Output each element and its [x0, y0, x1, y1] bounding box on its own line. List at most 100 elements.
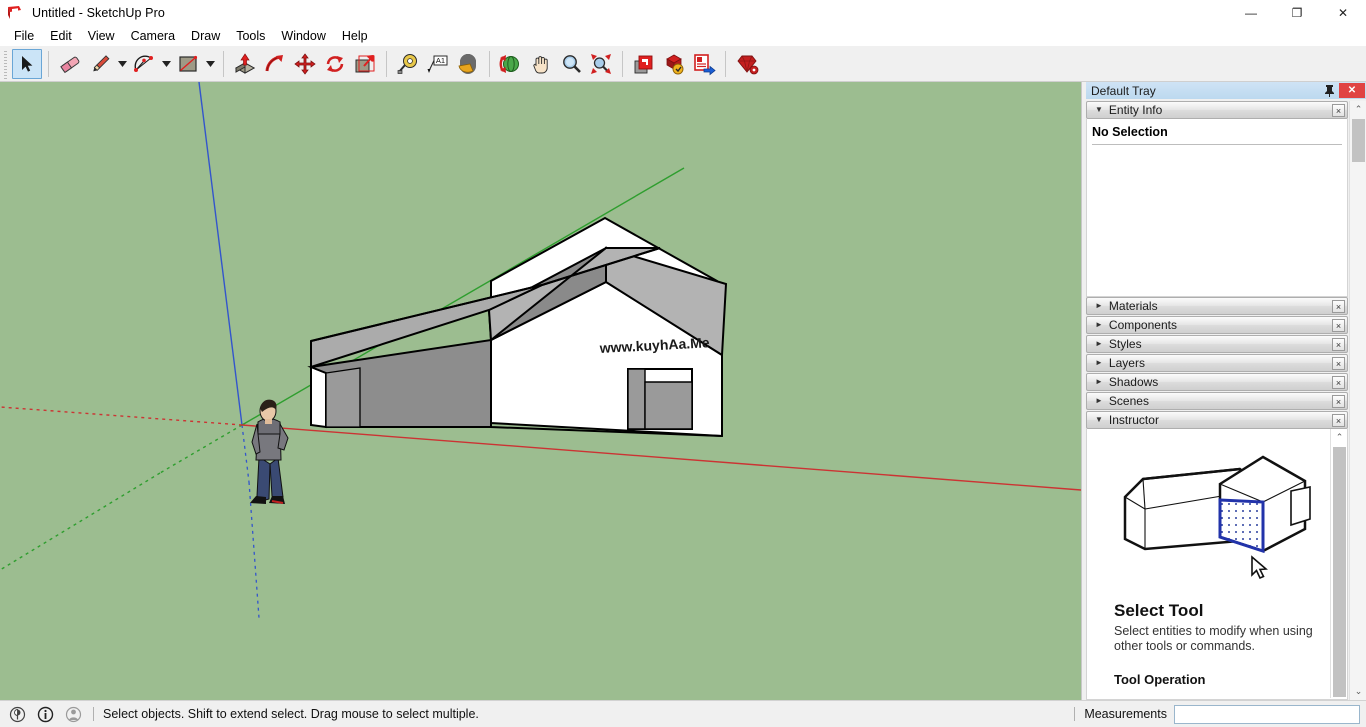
menu-tools[interactable]: Tools: [228, 27, 273, 45]
instructor-section-heading: Tool Operation: [1114, 672, 1206, 687]
person-credits-icon[interactable]: [62, 703, 84, 725]
tray-close-button[interactable]: ✕: [1339, 83, 1365, 98]
measurements-input[interactable]: [1174, 704, 1360, 724]
menu-draw[interactable]: Draw: [183, 27, 228, 45]
toolbar-separator: [622, 50, 623, 77]
arc-tool-dropdown-arrow[interactable]: [159, 49, 173, 79]
entity-info-divider: [1092, 144, 1342, 145]
3d-warehouse-tool[interactable]: [629, 49, 659, 79]
close-button[interactable]: ✕: [1320, 0, 1366, 26]
toolbar-separator: [386, 50, 387, 77]
zoom-tool[interactable]: [556, 49, 586, 79]
panel-instructor-label: Instructor: [1108, 413, 1159, 427]
tray-scroll-down-arrow[interactable]: ⌄: [1350, 683, 1366, 700]
share-model-tool[interactable]: [689, 49, 719, 79]
panel-entity-info-header[interactable]: ▼ Entity Info ×: [1086, 101, 1348, 119]
status-hint-text: Select objects. Shift to extend select. …: [103, 707, 479, 721]
orbit-tool[interactable]: [496, 49, 526, 79]
zoom-extents-tool[interactable]: [586, 49, 616, 79]
tray-scroll-up-arrow[interactable]: ⌃: [1350, 101, 1366, 118]
tape-measure-tool[interactable]: [393, 49, 423, 79]
menu-file[interactable]: File: [6, 27, 42, 45]
scale-tool[interactable]: [350, 49, 380, 79]
menu-window[interactable]: Window: [273, 27, 333, 45]
minimize-button[interactable]: —: [1228, 0, 1274, 26]
panel-entity-info-body: No Selection: [1086, 119, 1348, 297]
panel-scenes-close[interactable]: ×: [1332, 395, 1345, 408]
menu-bar: File Edit View Camera Draw Tools Window …: [0, 26, 1366, 46]
panel-entity-info-label: Entity Info: [1108, 103, 1163, 117]
title-bar: Untitled - SketchUp Pro — ❐ ✕: [0, 0, 1366, 26]
instructor-title: Select Tool: [1114, 601, 1204, 620]
eraser-tool[interactable]: [55, 49, 85, 79]
panel-materials-close[interactable]: ×: [1332, 300, 1345, 313]
panel-shadows-close[interactable]: ×: [1332, 376, 1345, 389]
chevron-right-icon: ►: [1095, 396, 1103, 405]
chevron-down-icon: ▼: [1095, 105, 1103, 114]
geo-location-icon[interactable]: [6, 703, 28, 725]
drawing-viewport[interactable]: www.kuyhAa.Me: [0, 82, 1081, 700]
tray-scrollbar[interactable]: ⌃ ⌄: [1349, 101, 1366, 700]
line-tool[interactable]: [85, 49, 115, 79]
text-tool[interactable]: A1: [423, 49, 453, 79]
panel-instructor-body: Select Tool Select entities to modify wh…: [1086, 429, 1348, 700]
tray-scroll-thumb[interactable]: [1352, 119, 1365, 162]
sketchup-logo-icon: [6, 4, 24, 22]
panel-styles-header[interactable]: ► Styles ×: [1086, 335, 1348, 353]
main-toolbar: A1: [0, 46, 1366, 82]
arc-tool[interactable]: [129, 49, 159, 79]
chevron-right-icon: ►: [1095, 358, 1103, 367]
follow-me-tool[interactable]: [260, 49, 290, 79]
panel-components-header[interactable]: ► Components ×: [1086, 316, 1348, 334]
panel-styles-close[interactable]: ×: [1332, 338, 1345, 351]
panel-layers-label: Layers: [1108, 356, 1145, 370]
panel-styles-label: Styles: [1108, 337, 1142, 351]
toolbar-separator: [223, 50, 224, 77]
panel-scenes-label: Scenes: [1108, 394, 1149, 408]
push-pull-tool[interactable]: [230, 49, 260, 79]
panel-components-close[interactable]: ×: [1332, 319, 1345, 332]
tray-header: Default Tray ✕: [1086, 82, 1366, 99]
menu-view[interactable]: View: [80, 27, 123, 45]
move-tool[interactable]: [290, 49, 320, 79]
ruby-console-tool[interactable]: [732, 49, 762, 79]
panel-scenes-header[interactable]: ► Scenes ×: [1086, 392, 1348, 410]
rectangle-tool-dropdown-arrow[interactable]: [203, 49, 217, 79]
measurements-label: Measurements: [1084, 707, 1167, 721]
status-divider: [93, 707, 94, 721]
pan-tool[interactable]: [526, 49, 556, 79]
instructor-illustration: [1115, 439, 1320, 589]
panel-materials-header[interactable]: ► Materials ×: [1086, 297, 1348, 315]
panel-layers-close[interactable]: ×: [1332, 357, 1345, 370]
status-bar: Select objects. Shift to extend select. …: [0, 700, 1366, 727]
instructor-scroll-thumb[interactable]: [1333, 447, 1346, 697]
toolbar-separator: [48, 50, 49, 77]
menu-camera[interactable]: Camera: [123, 27, 183, 45]
menu-edit[interactable]: Edit: [42, 27, 80, 45]
panel-instructor-close[interactable]: ×: [1332, 414, 1345, 427]
chevron-down-icon: ▼: [1095, 415, 1103, 424]
instructor-scrollbar[interactable]: ⌃: [1330, 429, 1347, 698]
info-circle-icon[interactable]: [34, 703, 56, 725]
panel-shadows-header[interactable]: ► Shadows ×: [1086, 373, 1348, 391]
svg-text:A1: A1: [436, 56, 445, 65]
arrow-cursor-icon: [1251, 555, 1268, 580]
measurements-divider: [1074, 707, 1076, 721]
select-tool[interactable]: [12, 48, 42, 79]
toolbar-grip[interactable]: [2, 48, 9, 79]
pin-icon[interactable]: [1322, 83, 1337, 98]
paint-bucket-tool[interactable]: [453, 49, 483, 79]
panel-shadows-label: Shadows: [1108, 375, 1159, 389]
line-tool-dropdown-arrow[interactable]: [115, 49, 129, 79]
rotate-tool[interactable]: [320, 49, 350, 79]
panel-layers-header[interactable]: ► Layers ×: [1086, 354, 1348, 372]
panel-components-label: Components: [1108, 318, 1177, 332]
toolbar-separator: [489, 50, 490, 77]
extension-warehouse-tool[interactable]: [659, 49, 689, 79]
panel-instructor-header[interactable]: ▼ Instructor ×: [1086, 411, 1348, 429]
rectangle-tool[interactable]: [173, 49, 203, 79]
panel-entity-info-close[interactable]: ×: [1332, 104, 1345, 117]
menu-help[interactable]: Help: [334, 27, 376, 45]
maximize-button[interactable]: ❐: [1274, 0, 1320, 26]
instructor-scroll-up-arrow[interactable]: ⌃: [1331, 429, 1347, 446]
